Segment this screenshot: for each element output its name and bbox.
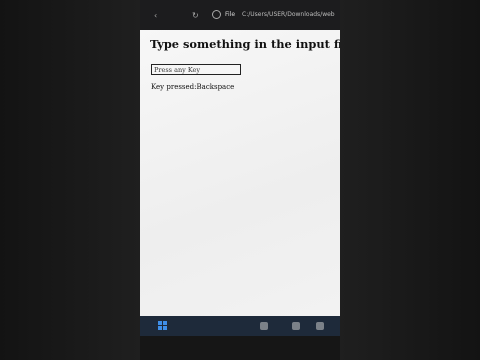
page-content: Type something in the input field: Key p…	[140, 30, 340, 316]
page-title: Type something in the input field:	[150, 37, 340, 51]
video-backdrop-left	[0, 0, 140, 360]
info-icon[interactable]	[212, 10, 221, 19]
phone-bezel-bottom	[140, 336, 340, 360]
windows-taskbar	[140, 316, 340, 336]
search-icon[interactable]	[260, 322, 268, 330]
file-protocol-label: File	[225, 11, 236, 18]
phone-screen: ‹ ↻ File C:/Users/USER/Downloads/web Typ…	[140, 0, 340, 360]
windows-logo-icon[interactable]	[158, 321, 168, 331]
key-input-field[interactable]	[151, 64, 241, 75]
back-arrow-icon[interactable]: ‹	[154, 11, 157, 20]
taskbar-app-icon[interactable]	[292, 322, 300, 330]
address-url[interactable]: C:/Users/USER/Downloads/web	[242, 11, 335, 18]
key-pressed-output: Key pressed:Backspace	[151, 83, 235, 91]
reload-icon[interactable]: ↻	[192, 11, 199, 20]
taskbar-app-icon[interactable]	[316, 322, 324, 330]
video-backdrop-right	[340, 0, 480, 360]
browser-address-bar: ‹ ↻ File C:/Users/USER/Downloads/web	[140, 0, 340, 30]
